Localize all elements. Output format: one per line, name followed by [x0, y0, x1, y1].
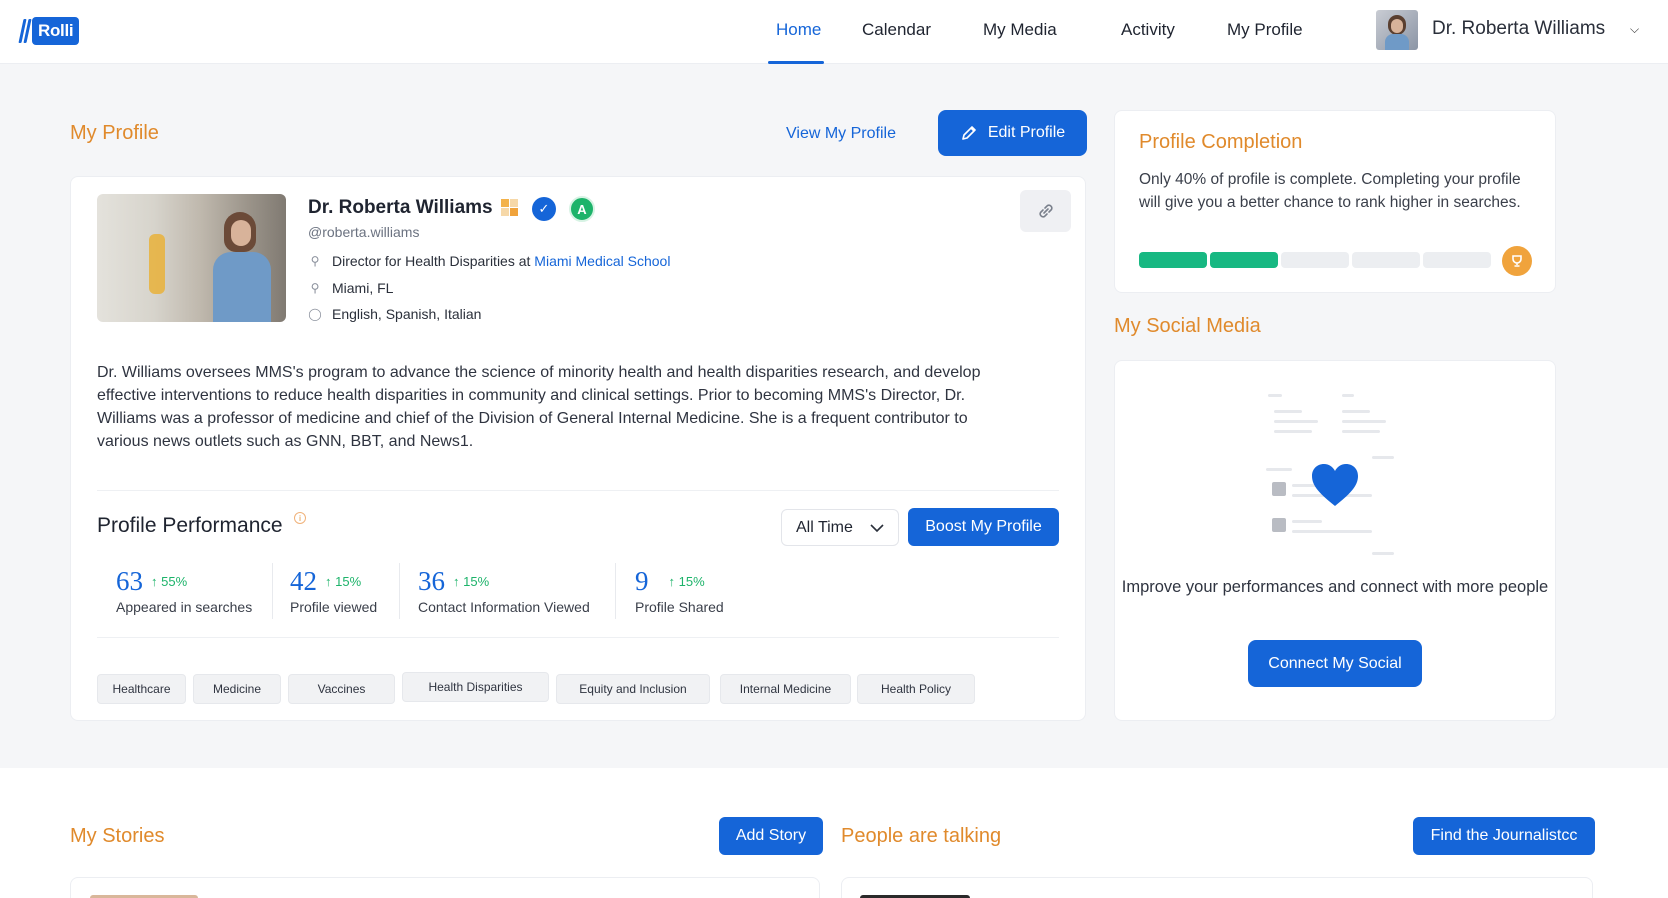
profile-role: Director for Health Disparities at — [332, 253, 531, 269]
profile-performance-heading: Profile Performance — [97, 514, 283, 537]
heart-icon — [1312, 464, 1358, 506]
search-icon: ⚲ — [310, 254, 320, 268]
chevron-down-icon — [870, 523, 884, 532]
period-select-value: All Time — [796, 518, 853, 536]
globe-icon: ◯ — [308, 307, 322, 321]
stat-delta: ↑ 15% — [668, 574, 705, 589]
stat-delta: ↑ 15% — [453, 574, 490, 589]
profile-handle: @roberta.williams — [308, 224, 420, 240]
stat-label: Contact Information Viewed — [418, 599, 590, 615]
user-menu-name[interactable]: Dr. Roberta Williams — [1432, 18, 1605, 40]
mosaic-badge-icon — [501, 199, 519, 217]
boost-my-profile-button[interactable]: Boost My Profile — [908, 508, 1059, 546]
profile-languages: English, Spanish, Italian — [332, 306, 482, 322]
tag-healthcare[interactable]: Healthcare — [97, 674, 186, 704]
stat-value: 9 — [635, 566, 649, 596]
nav-home[interactable]: Home — [776, 20, 821, 40]
tag-medicine[interactable]: Medicine — [193, 674, 281, 704]
avatar[interactable] — [1376, 10, 1418, 50]
rolli-logo[interactable]: Rolli — [18, 17, 80, 45]
progress-segment — [1210, 252, 1278, 268]
expert-badge-icon: A — [569, 196, 595, 222]
nav-active-indicator — [768, 61, 824, 64]
nav-my-profile[interactable]: My Profile — [1227, 20, 1303, 40]
find-the-journalist-button[interactable]: Find the Journalistcc — [1413, 817, 1595, 855]
chevron-down-icon[interactable]: ⌵ — [1630, 22, 1639, 37]
nav-activity[interactable]: Activity — [1121, 20, 1175, 40]
link-icon — [1038, 204, 1053, 218]
boost-label: Boost My Profile — [925, 518, 1042, 535]
tag-equity-and-inclusion[interactable]: Equity and Inclusion — [556, 674, 710, 704]
period-select[interactable]: All Time — [781, 509, 899, 546]
profile-location-row: ⚲ Miami, FL — [308, 280, 394, 296]
social-illustration — [1262, 390, 1408, 558]
edit-profile-button[interactable]: Edit Profile — [938, 110, 1087, 156]
connect-my-social-label: Connect My Social — [1268, 654, 1402, 672]
find-the-journalist-label: Find the Journalistcc — [1430, 827, 1578, 844]
divider — [615, 563, 616, 619]
stat-label: Profile Shared — [635, 599, 724, 615]
nav-my-media[interactable]: My Media — [983, 20, 1057, 40]
stat-delta: ↑ 55% — [151, 574, 188, 589]
top-nav-bar: Rolli Home Calendar My Media Activity My… — [0, 0, 1668, 64]
profile-photo — [97, 194, 286, 322]
trophy-icon — [1502, 246, 1532, 276]
profile-location: Miami, FL — [332, 280, 394, 296]
people-are-talking-heading: People are talking — [841, 825, 1002, 847]
stat-label: Profile viewed — [290, 599, 378, 615]
profile-completion-text: Only 40% of profile is complete. Complet… — [1139, 171, 1521, 211]
divider — [272, 563, 273, 619]
connect-my-social-button[interactable]: Connect My Social — [1248, 640, 1422, 687]
profile-languages-row: ◯ English, Spanish, Italian — [308, 306, 481, 322]
stat-value: 42 — [290, 566, 317, 596]
divider — [399, 563, 400, 619]
location-pin-icon: ⚲ — [310, 281, 320, 295]
profile-name: Dr. Roberta Williams — [308, 197, 493, 218]
tag-health-policy[interactable]: Health Policy — [857, 674, 975, 704]
logo-text: Rolli — [32, 17, 80, 45]
my-profile-heading: My Profile — [70, 122, 159, 144]
verified-check-icon: ✓ — [532, 197, 556, 221]
stat-profile-viewed: 42 ↑ 15% Profile viewed — [290, 566, 377, 615]
stat-contact-info-viewed: 36 ↑ 15% Contact Information Viewed — [418, 566, 590, 615]
stat-value: 63 — [116, 566, 143, 596]
stat-profile-shared: 9 ↑ 15% Profile Shared — [635, 566, 724, 615]
stat-value: 36 — [418, 566, 445, 596]
profile-organization-link[interactable]: Miami Medical School — [534, 253, 670, 269]
progress-segment — [1139, 252, 1207, 268]
info-icon[interactable]: i — [294, 512, 306, 524]
edit-profile-label: Edit Profile — [987, 124, 1066, 141]
profile-role-row: ⚲ Director for Health Disparities at Mia… — [308, 253, 671, 269]
divider — [97, 637, 1059, 638]
profile-bio: Dr. Williams oversees MMS's program to a… — [97, 364, 981, 450]
pencil-icon — [962, 126, 976, 140]
social-media-text: Improve your performances and connect wi… — [1121, 578, 1549, 596]
stat-delta: ↑ 15% — [325, 574, 362, 589]
tag-vaccines[interactable]: Vaccines — [288, 674, 395, 704]
stat-label: Appeared in searches — [116, 599, 253, 615]
progress-segment — [1423, 252, 1491, 268]
my-stories-heading: My Stories — [70, 825, 165, 847]
tag-health-disparities[interactable]: Health Disparities — [402, 672, 549, 702]
profile-completion-heading: Profile Completion — [1139, 131, 1303, 153]
tag-internal-medicine[interactable]: Internal Medicine — [720, 674, 851, 704]
progress-segment — [1352, 252, 1420, 268]
my-social-media-heading: My Social Media — [1114, 315, 1261, 337]
stat-appeared-in-searches: 63 ↑ 55% Appeared in searches — [116, 566, 252, 615]
add-story-button[interactable]: Add Story — [719, 817, 823, 855]
progress-segment — [1281, 252, 1349, 268]
copy-link-button[interactable] — [1020, 190, 1071, 232]
divider — [97, 490, 1059, 491]
add-story-label: Add Story — [735, 827, 807, 844]
view-my-profile-link[interactable]: View My Profile — [786, 125, 896, 143]
nav-calendar[interactable]: Calendar — [862, 20, 931, 40]
logo-mark-icon — [18, 17, 32, 45]
